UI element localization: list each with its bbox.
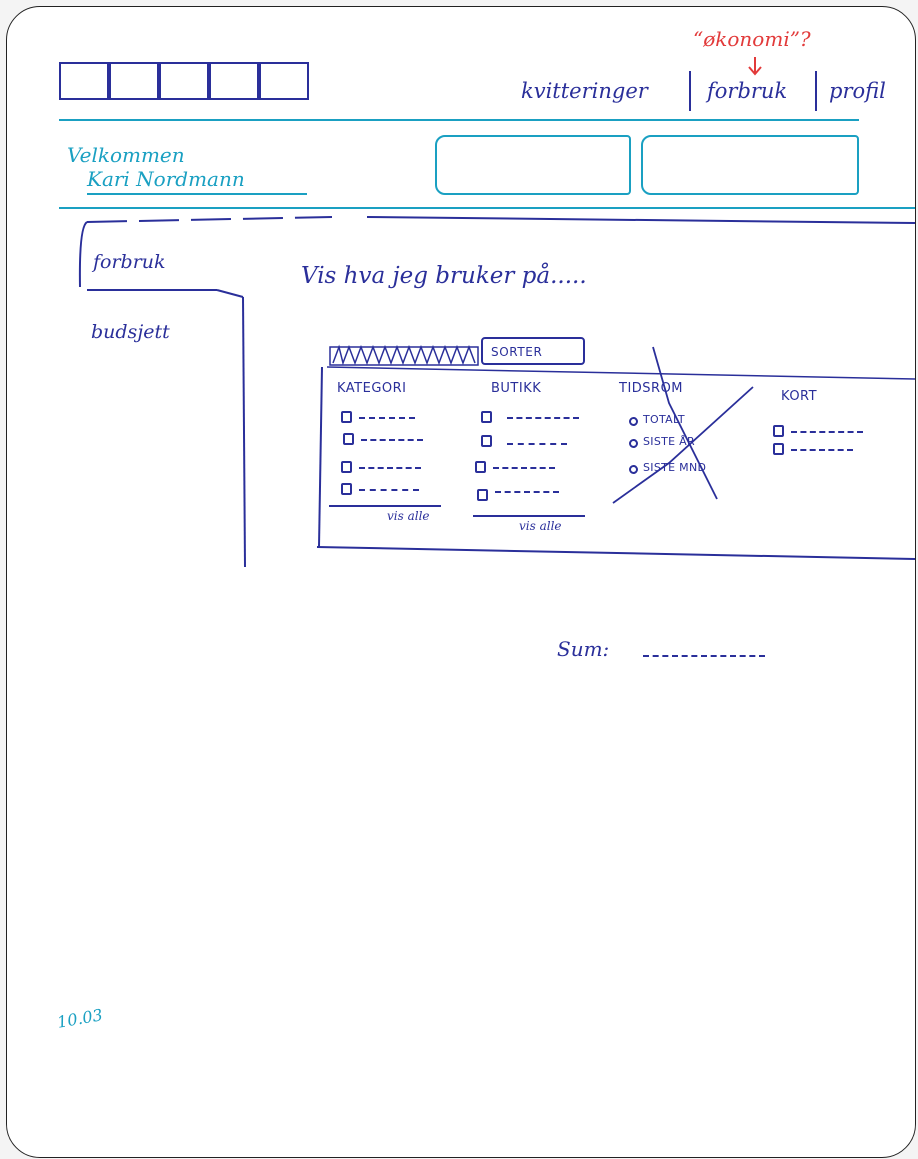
sidebar-item-budsjett[interactable]: budsjett bbox=[91, 321, 170, 343]
column-header-kategori: KATEGORI bbox=[337, 381, 407, 396]
column-header-kort: KORT bbox=[781, 389, 818, 404]
page-title: Vis hva jeg bruker på..... bbox=[301, 263, 587, 289]
show-all-kategori-link[interactable]: vis alle bbox=[387, 509, 430, 523]
sort-button-label: SORTER bbox=[491, 345, 543, 359]
sort-button[interactable]: SORTER bbox=[481, 337, 585, 365]
scribbled-out-control bbox=[329, 344, 479, 366]
sum-label: Sum: bbox=[557, 637, 610, 661]
show-all-butikk-link[interactable]: vis alle bbox=[519, 519, 562, 533]
column-divider bbox=[473, 515, 585, 517]
column-divider bbox=[329, 505, 441, 507]
sketch-sheet: “økonomi”? kvitteringer forbruk profil V… bbox=[6, 6, 916, 1158]
sidebar-item-forbruk[interactable]: forbruk bbox=[93, 251, 166, 273]
column-header-butikk: BUTIKK bbox=[491, 381, 542, 396]
cross-out-mark-icon bbox=[612, 346, 754, 504]
layout-frame bbox=[78, 216, 915, 568]
page-note: 10.03 bbox=[55, 1005, 105, 1032]
sum-value-placeholder bbox=[643, 655, 765, 657]
